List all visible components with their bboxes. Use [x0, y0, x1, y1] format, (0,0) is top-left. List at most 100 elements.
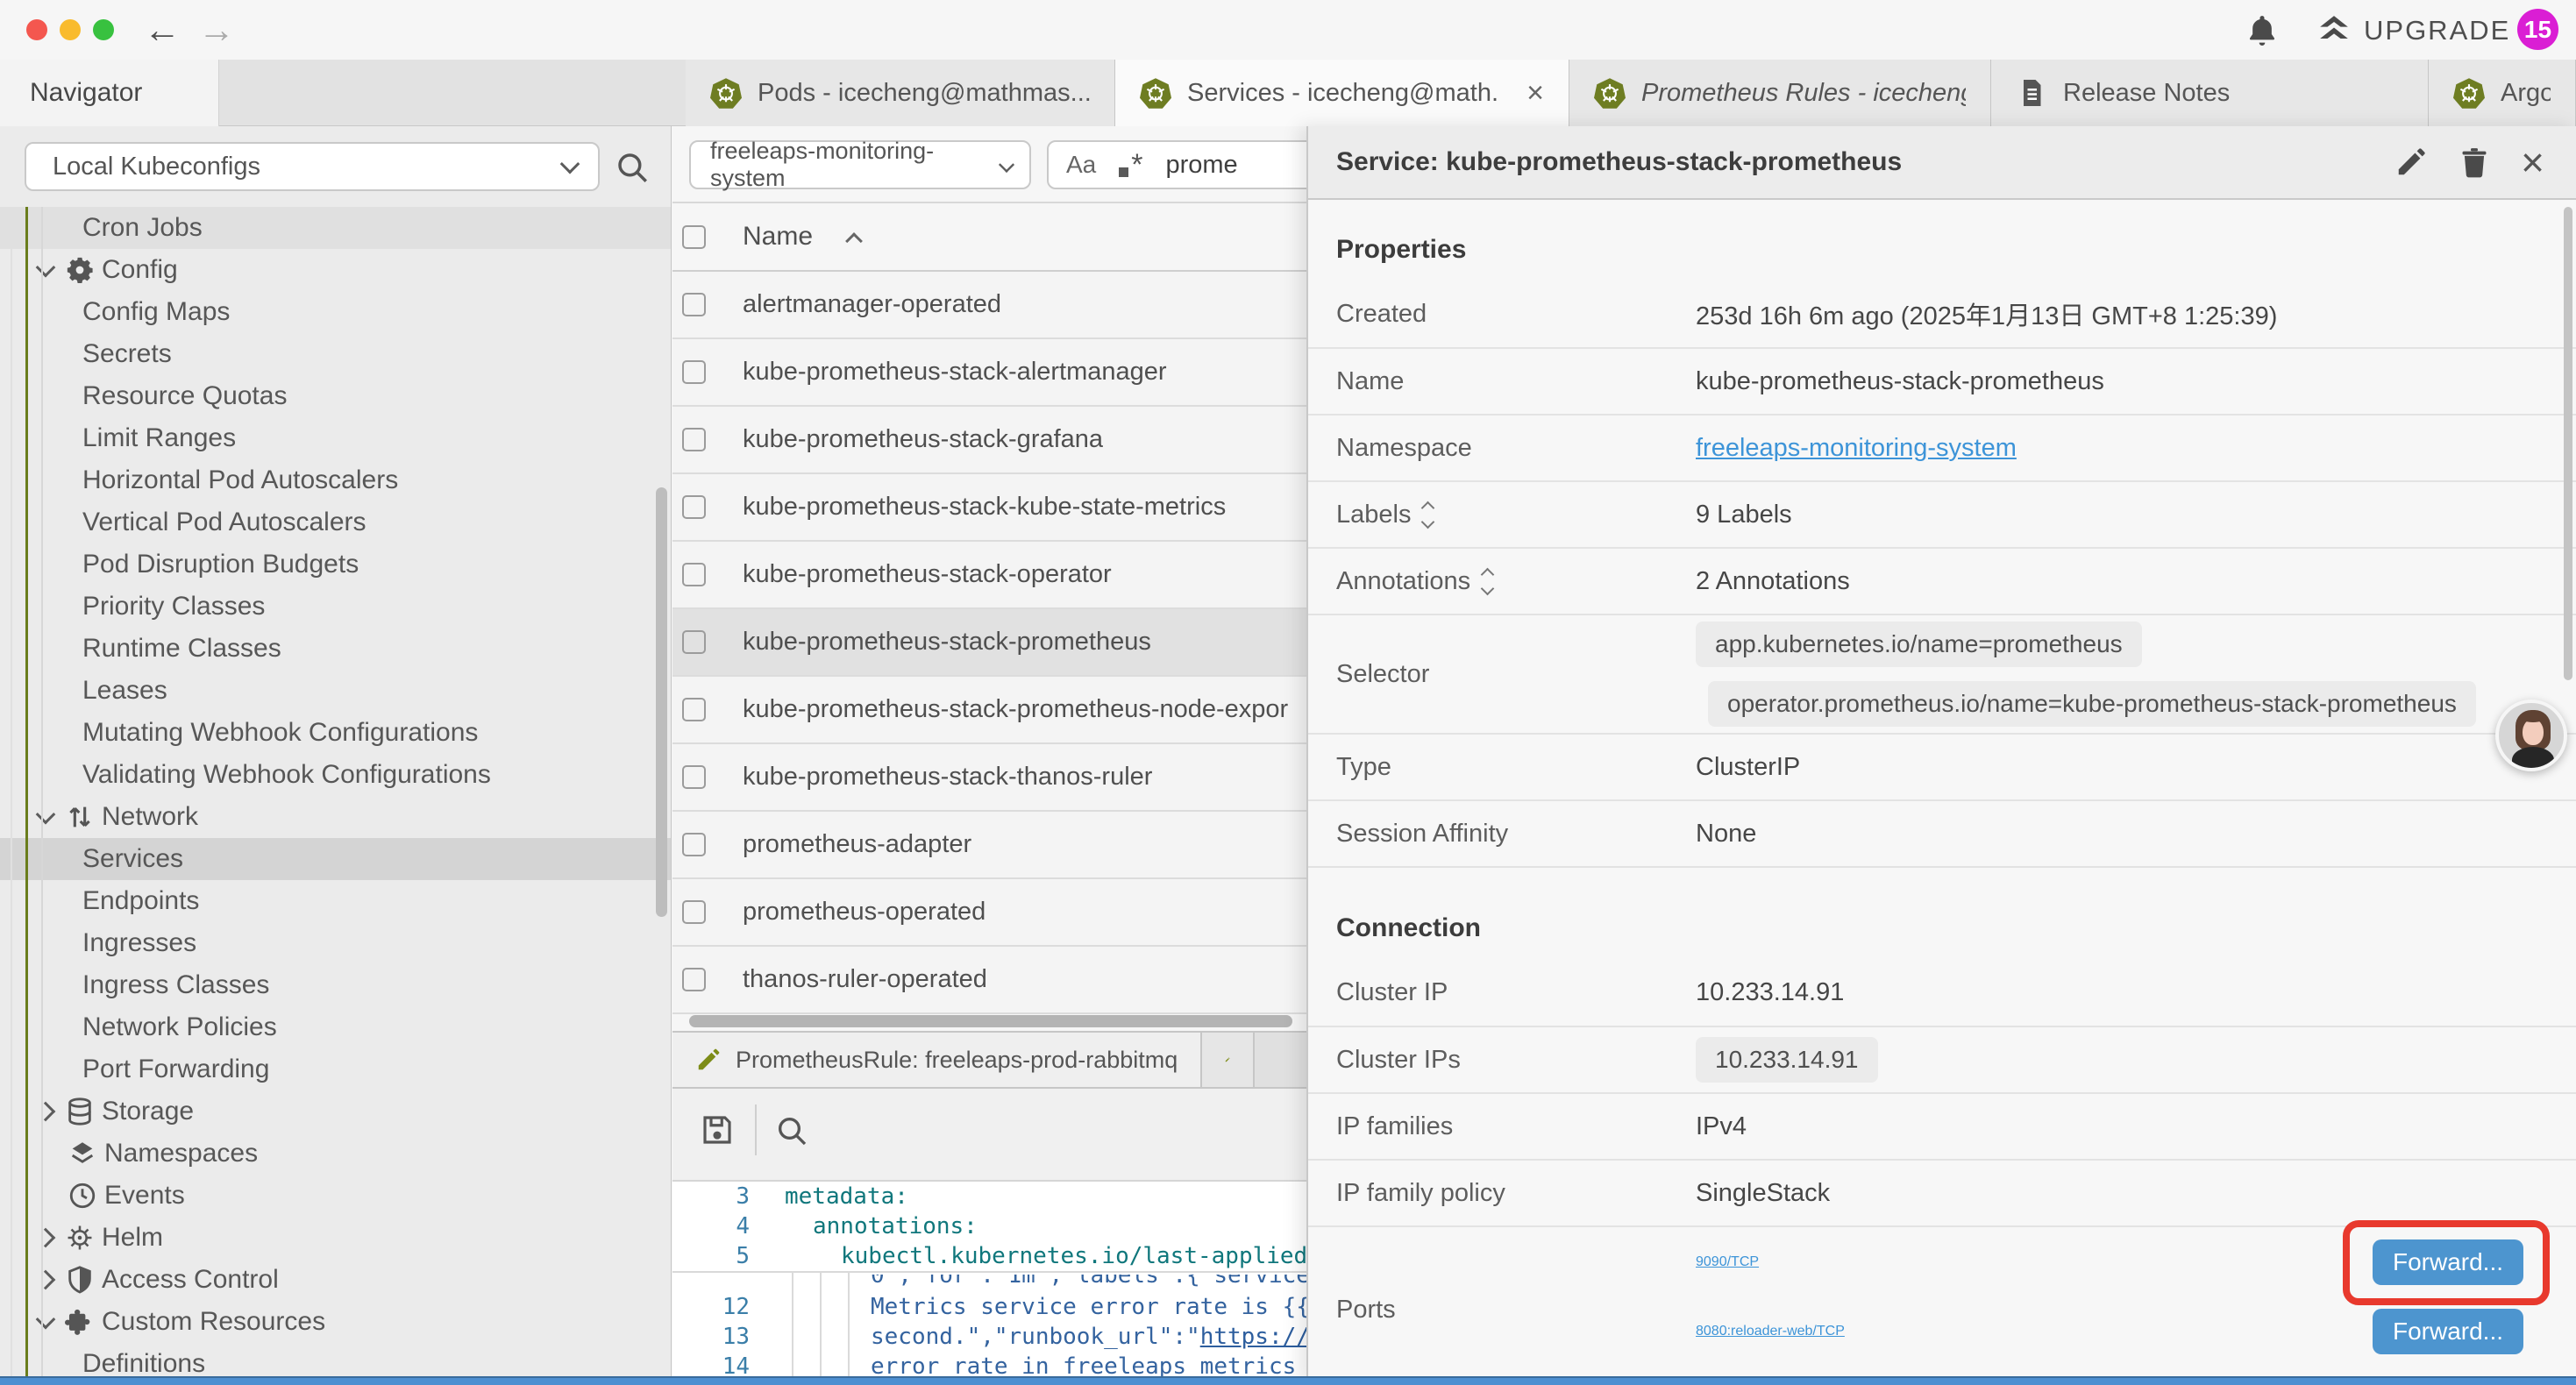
save-icon[interactable] — [699, 1112, 736, 1148]
sidebar-item-access-control[interactable]: Access Control — [0, 1259, 672, 1301]
tab-release-notes[interactable]: Release Notes — [1991, 60, 2429, 126]
row-checkbox[interactable] — [682, 428, 706, 451]
row-checkbox[interactable] — [682, 765, 706, 789]
sidebar-item-endpoints[interactable]: Endpoints — [0, 880, 672, 922]
regex-toggle-icon[interactable]: * — [1119, 152, 1142, 178]
sidebar-item-pod-disruption-budgets[interactable]: Pod Disruption Budgets — [0, 543, 672, 586]
sidebar-item-leases[interactable]: Leases — [0, 670, 672, 712]
sidebar-item-horizontal-pod-autoscalers[interactable]: Horizontal Pod Autoscalers — [0, 459, 672, 501]
sidebar-item-services[interactable]: Services — [0, 838, 672, 880]
row-checkbox[interactable] — [682, 293, 706, 316]
table-row-kube-prometheus-stack-operator[interactable]: kube-prometheus-stack-operator — [672, 542, 1306, 609]
sidebar-item-network-policies[interactable]: Network Policies — [0, 1006, 672, 1048]
sidebar-item-storage[interactable]: Storage — [0, 1090, 672, 1133]
expand-collapse-icon[interactable] — [1483, 570, 1492, 593]
row-checkbox[interactable] — [682, 630, 706, 654]
sidebar-item-vertical-pod-autoscalers[interactable]: Vertical Pod Autoscalers — [0, 501, 672, 543]
code-link[interactable]: https://net — [1200, 1324, 1306, 1350]
row-checkbox[interactable] — [682, 968, 706, 991]
upgrade-label[interactable]: UPGRADE — [2364, 15, 2510, 46]
drawer-scrollbar[interactable] — [2564, 207, 2572, 680]
expand-collapse-icon[interactable] — [1423, 503, 1433, 527]
sidebar-item-custom-resources[interactable]: Custom Resources — [0, 1301, 672, 1343]
chevron-down-icon[interactable] — [36, 258, 56, 278]
sidebar-item-resource-quotas[interactable]: Resource Quotas — [0, 375, 672, 417]
sidebar-item-limit-ranges[interactable]: Limit Ranges — [0, 417, 672, 459]
notification-count-badge[interactable]: 15 — [2517, 9, 2558, 50]
forward-button[interactable]: Forward... — [2373, 1309, 2523, 1354]
table-row-kube-prometheus-stack-thanos-ruler[interactable]: kube-prometheus-stack-thanos-ruler — [672, 744, 1306, 812]
sidebar-search-icon[interactable] — [614, 149, 651, 186]
upgrade-icon[interactable] — [2316, 12, 2352, 47]
sidebar-item-events[interactable]: Events — [0, 1175, 672, 1217]
chevron-down-icon[interactable] — [36, 805, 56, 825]
row-checkbox[interactable] — [682, 360, 706, 384]
editor-tab-prometheusrule[interactable]: PrometheusRule: freeleaps-prod-rabbitmq — [672, 1033, 1202, 1087]
row-checkbox[interactable] — [682, 900, 706, 924]
sidebar-item-cron-jobs[interactable]: Cron Jobs — [0, 207, 672, 249]
editor-tab-next[interactable] — [1202, 1033, 1255, 1087]
tab-pods-icecheng-mathmas[interactable]: Pods - icecheng@mathmas... — [686, 60, 1115, 126]
sidebar-item-ingresses[interactable]: Ingresses — [0, 922, 672, 964]
navigator-panel-tab[interactable]: Navigator — [0, 60, 219, 126]
table-row-prometheus-operated[interactable]: prometheus-operated — [672, 879, 1306, 947]
case-sensitive-toggle[interactable]: Aa — [1066, 151, 1096, 179]
sidebar-item-network[interactable]: Network — [0, 796, 672, 838]
row-checkbox[interactable] — [682, 833, 706, 856]
port-link[interactable]: 9090/TCP — [1696, 1254, 1759, 1270]
sidebar-item-config-maps[interactable]: Config Maps — [0, 291, 672, 333]
column-header-name[interactable]: Name — [743, 222, 813, 252]
sidebar-item-secrets[interactable]: Secrets — [0, 333, 672, 375]
sidebar-item-namespaces[interactable]: Namespaces — [0, 1133, 672, 1175]
user-avatar[interactable] — [2495, 700, 2567, 771]
namespace-link[interactable]: freeleaps-monitoring-system — [1696, 434, 2017, 462]
port-link[interactable]: 8080:reloader-web/TCP — [1696, 1324, 1845, 1339]
sidebar-item-validating-webhook-configurations[interactable]: Validating Webhook Configurations — [0, 754, 672, 796]
sidebar-item-priority-classes[interactable]: Priority Classes — [0, 586, 672, 628]
window-zoom-button[interactable] — [93, 19, 114, 40]
namespace-filter-select[interactable]: freeleaps-monitoring-system — [689, 140, 1031, 189]
delete-icon[interactable] — [2458, 146, 2491, 179]
select-all-checkbox[interactable] — [682, 225, 706, 249]
close-icon[interactable]: × — [2521, 146, 2544, 179]
back-arrow-icon[interactable]: ← — [144, 7, 181, 53]
table-row-thanos-ruler-operated[interactable]: thanos-ruler-operated — [672, 947, 1306, 1014]
window-minimize-button[interactable] — [60, 19, 81, 40]
table-row-kube-prometheus-stack-alertmanager[interactable]: kube-prometheus-stack-alertmanager — [672, 339, 1306, 407]
sidebar-scrollbar[interactable] — [656, 487, 667, 917]
detail-label: Labels — [1336, 501, 1411, 529]
sidebar-item-ingress-classes[interactable]: Ingress Classes — [0, 964, 672, 1006]
table-row-kube-prometheus-stack-grafana[interactable]: kube-prometheus-stack-grafana — [672, 407, 1306, 474]
sidebar-item-port-forwarding[interactable]: Port Forwarding — [0, 1048, 672, 1090]
forward-arrow-icon[interactable]: → — [198, 7, 235, 53]
table-row-kube-prometheus-stack-prometheus-node-expor[interactable]: kube-prometheus-stack-prometheus-node-ex… — [672, 677, 1306, 744]
table-row-kube-prometheus-stack-kube-state-metrics[interactable]: kube-prometheus-stack-kube-state-metrics — [672, 474, 1306, 542]
row-checkbox[interactable] — [682, 698, 706, 721]
yaml-editor[interactable]: 3metadata:4annotations:5kubectl.kubernet… — [672, 1182, 1306, 1385]
row-checkbox[interactable] — [682, 495, 706, 519]
bell-icon[interactable] — [2245, 12, 2280, 47]
tab-prometheus-rules-icecheng[interactable]: Prometheus Rules - icecheng... — [1569, 60, 1991, 126]
tab-close-icon[interactable]: × — [1526, 80, 1544, 106]
sidebar-item-config[interactable]: Config — [0, 249, 672, 291]
sidebar-item-runtime-classes[interactable]: Runtime Classes — [0, 628, 672, 670]
table-horizontal-scrollbar[interactable] — [689, 1015, 1292, 1027]
tab-services-icecheng-math[interactable]: Services - icecheng@math...× — [1115, 60, 1569, 126]
chevron-down-icon[interactable] — [36, 1310, 56, 1330]
row-checkbox[interactable] — [682, 563, 706, 586]
sidebar-item-mutating-webhook-configurations[interactable]: Mutating Webhook Configurations — [0, 712, 672, 754]
tab-argo-se[interactable]: Argo Se — [2429, 60, 2576, 126]
window-close-button[interactable] — [26, 19, 47, 40]
table-row-alertmanager-operated[interactable]: alertmanager-operated — [672, 272, 1306, 339]
chevron-right-icon[interactable] — [36, 1102, 56, 1122]
edit-icon[interactable] — [2395, 146, 2428, 179]
table-row-prometheus-adapter[interactable]: prometheus-adapter — [672, 812, 1306, 879]
chevron-right-icon[interactable] — [36, 1228, 56, 1248]
kubeconfig-selector[interactable]: Local Kubeconfigs — [25, 142, 600, 191]
sidebar-item-helm[interactable]: Helm — [0, 1217, 672, 1259]
chevron-right-icon[interactable] — [36, 1270, 56, 1290]
resource-search-input[interactable]: Aa * prome — [1047, 140, 1306, 189]
kubernetes-icon — [710, 77, 742, 109]
editor-search-icon[interactable] — [774, 1113, 809, 1148]
table-row-kube-prometheus-stack-prometheus[interactable]: kube-prometheus-stack-prometheus — [672, 609, 1306, 677]
